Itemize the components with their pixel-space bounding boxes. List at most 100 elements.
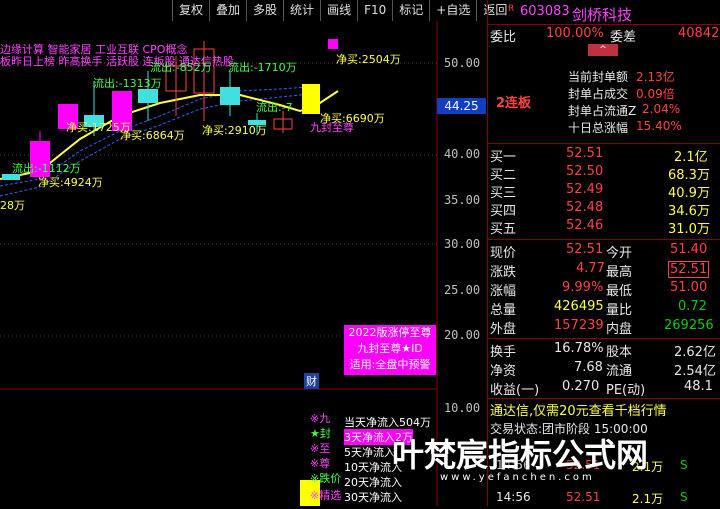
net-inflow-line: 5天净流入: [344, 446, 395, 459]
fund-label: 收益(一): [490, 383, 540, 398]
quote-value: 9.99%: [562, 280, 604, 295]
bid-row[interactable]: 买五 52.46 31.0万: [488, 218, 720, 237]
stock-name: 剑桥科技: [572, 6, 633, 24]
bid-price: 52.50: [566, 164, 604, 179]
indicator-label: ※尊: [310, 457, 331, 470]
buy-label: 净买:2910万: [202, 124, 267, 137]
price-tick: 50.00: [443, 56, 481, 70]
buy-label: 净买:2504万: [336, 53, 401, 66]
bid-price: 52.51: [566, 146, 604, 161]
quote-label: 量比: [606, 303, 633, 318]
order-ratio-value: 100.00%: [546, 26, 604, 41]
tick-time: 14:56: [496, 490, 531, 504]
fund-value: 2.54亿: [674, 364, 716, 379]
quote-label: 最低: [606, 284, 633, 299]
bid-row[interactable]: 买二 52.50 68.3万: [488, 164, 720, 183]
fund-value: 2.62亿: [674, 345, 716, 360]
bid-row[interactable]: 买三 52.49 40.9万: [488, 182, 720, 201]
bid-label: 买三: [490, 186, 517, 201]
buy-label: 净买:6864万: [120, 129, 185, 142]
fund-value: 7.68: [574, 360, 603, 375]
upgrade-notice-link[interactable]: 通达信,仅需20元查看千档行情: [490, 400, 667, 419]
promo-line: 九封至尊★ID: [357, 342, 423, 355]
fund-label: 净资: [490, 364, 517, 379]
tick-flag: S: [680, 490, 688, 504]
price-tick: 30.00: [443, 237, 481, 251]
bid-row[interactable]: 买四 52.48 34.6万: [488, 200, 720, 219]
order-diff-value: 40842: [678, 26, 720, 41]
bid-price: 52.49: [566, 182, 604, 197]
quote-label: 今开: [606, 246, 633, 261]
tick-volume: 2.1万: [632, 492, 664, 506]
indicator-label: ★封: [310, 427, 331, 440]
watermark-url: www.yefanchen.com: [440, 472, 595, 483]
quote-label: 涨跌: [490, 265, 517, 280]
fund-value: 48.1: [684, 379, 713, 394]
bid-volume: 68.3万: [668, 168, 710, 183]
bid-label: 买四: [490, 204, 517, 219]
quote-value: 52.51: [566, 242, 604, 257]
promo-line: 适用:全盘中预警: [349, 358, 431, 371]
bid-volume: 2.1亿: [674, 150, 708, 165]
quote-label: 最高: [606, 265, 633, 280]
fund-label: PE(动): [606, 383, 646, 398]
bid-volume: 40.9万: [668, 186, 710, 201]
flow-label: 流出:-1710万: [228, 61, 297, 74]
quote-label: 总量: [490, 303, 517, 318]
quote-value: 51.00: [670, 280, 708, 295]
quote-value: 269256: [664, 318, 714, 333]
tb-fuquan-button[interactable]: 复权: [172, 0, 209, 21]
tb-mark-button[interactable]: 标记: [392, 0, 429, 21]
collapse-arrow-icon[interactable]: ^: [588, 44, 618, 56]
tick-flag: S: [680, 458, 688, 472]
fund-value: 0.270: [562, 379, 600, 394]
seal-value: 2.04%: [642, 102, 681, 116]
seal-label: 十日总涨幅: [568, 121, 629, 135]
chart-toolbar: 复权 叠加 多股 统计 画线 F10 标记 +自选 返回: [172, 0, 507, 21]
bid-label: 买二: [490, 168, 517, 183]
stock-code: 603083: [520, 4, 570, 19]
price-tick: 40.00: [443, 147, 481, 161]
fund-value: 16.78%: [554, 341, 604, 356]
order-ratio-label: 委比: [490, 30, 517, 45]
bid-label: 买五: [490, 222, 517, 237]
tb-multistock-button[interactable]: 多股: [246, 0, 283, 21]
tb-overlay-button[interactable]: 叠加: [209, 0, 246, 21]
promo-box[interactable]: 2022版涨停至尊 九封至尊★ID 适用:全盘中预警: [344, 325, 436, 375]
fund-label: 流通: [606, 364, 633, 379]
seal-label: 当前封单额: [568, 70, 629, 84]
seal-label: 封单占流通Z: [568, 104, 637, 118]
rzrq-mark: R: [508, 4, 515, 14]
flow-label: 流出:-7: [256, 101, 293, 114]
flow-label: 流出:-1313万: [93, 77, 162, 90]
quote-label: 涨幅: [490, 284, 517, 299]
bid-price: 52.46: [566, 218, 604, 233]
seal-value: 0.09倍: [636, 87, 675, 101]
tb-add-watchlist-button[interactable]: +自选: [429, 0, 476, 21]
indicator-label: ※跌价: [310, 472, 342, 485]
quote-value: 426495: [554, 299, 604, 314]
quote-value: 4.77: [576, 261, 605, 276]
net-inflow-line: 当天净流入504万: [344, 416, 431, 429]
tick-price: 52.51: [566, 490, 601, 504]
bid-row[interactable]: 买一 52.51 2.1亿: [488, 146, 720, 165]
flow-label: 流出:-852万: [150, 61, 212, 74]
bid-price: 52.48: [566, 200, 604, 215]
tb-drawline-button[interactable]: 画线: [320, 0, 357, 21]
jiufeng-label: 九封至尊: [310, 121, 354, 134]
watermark-text: 叶梵宸指标公式网: [392, 436, 649, 474]
tb-f10-button[interactable]: F10: [357, 0, 392, 21]
finance-marker[interactable]: 财: [304, 373, 319, 389]
seal-value: 15.40%: [636, 119, 682, 133]
quote-value: 157239: [554, 318, 604, 333]
tick-row: 14:56 52.51 2.1万 S: [488, 490, 720, 509]
net-inflow-line: 20天净流入: [344, 476, 402, 489]
seal-label: 封单占成交: [568, 87, 629, 101]
quote-label: 外盘: [490, 322, 517, 337]
price-tick: 25.00: [443, 283, 481, 297]
current-price-tag: 44.25: [437, 98, 486, 114]
price-tick: 20.00: [443, 328, 481, 342]
bid-volume: 31.0万: [668, 222, 710, 237]
indicator-label: ※九: [310, 412, 331, 425]
tb-stats-button[interactable]: 统计: [283, 0, 320, 21]
